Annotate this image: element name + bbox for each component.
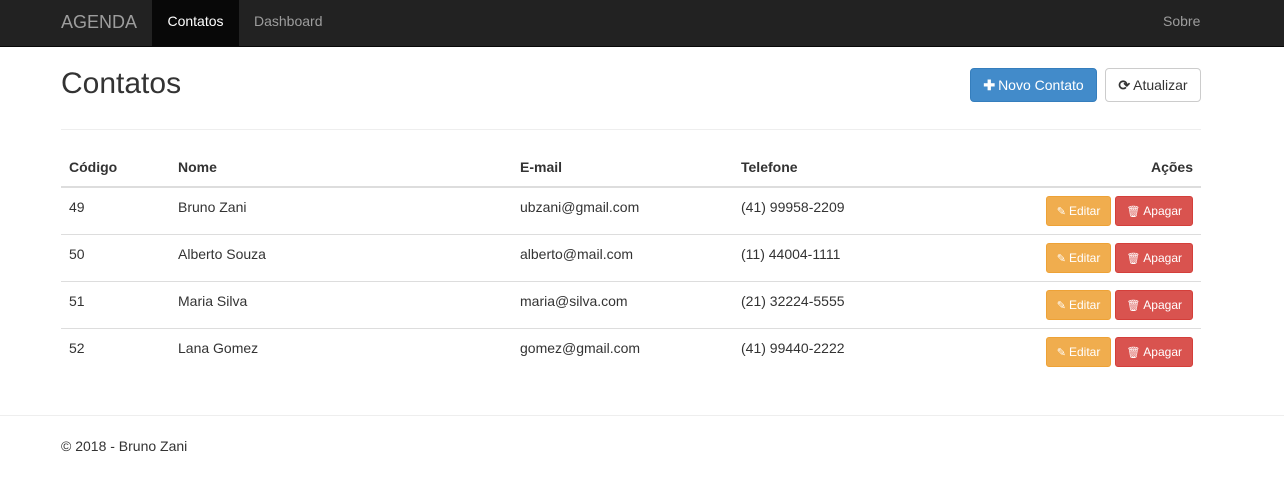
edit-button[interactable]: ✎ Editar <box>1045 336 1112 367</box>
cell-telefone: (41) 99440-2222 <box>733 327 933 375</box>
edit-label: Editar <box>1068 250 1101 265</box>
edit-button[interactable]: ✎ Editar <box>1045 196 1112 226</box>
header-codigo: Código <box>61 147 170 188</box>
page-title: Contatos <box>61 67 182 100</box>
table-row: 52 Lana Gomez gomez@gmail.com (41) 99440… <box>61 327 1201 375</box>
footer-divider <box>0 415 1284 416</box>
trash-icon: 🗑 <box>1126 206 1141 218</box>
nav-item-contatos[interactable]: Contatos <box>152 0 239 46</box>
nav-item-sobre[interactable]: Sobre <box>1163 0 1200 46</box>
cell-acoes: ✎ Editar 🗑 Apagar <box>933 280 1201 328</box>
contacts-table: Código Nome E-mail Telefone Ações 49 Bru… <box>61 147 1201 375</box>
brand-link[interactable]: AGENDA <box>61 0 137 46</box>
cell-email: ubzani@gmail.com <box>520 199 640 215</box>
cell-acoes: ✎ Editar 🗑 Apagar <box>933 327 1201 375</box>
table-header-row: Código Nome E-mail Telefone Ações <box>61 147 1201 188</box>
cell-nome: Alberto Souza <box>170 233 512 281</box>
delete-label: Apagar <box>1143 250 1182 265</box>
refresh-button[interactable]: ⟳ Atualizar <box>1105 68 1201 102</box>
cell-codigo: 52 <box>61 327 170 375</box>
delete-button[interactable]: 🗑 Apagar <box>1115 196 1193 226</box>
new-contact-button[interactable]: ✚ Novo Contato <box>970 68 1097 102</box>
cell-email: gomez@gmail.com <box>512 327 733 375</box>
title-divider <box>61 129 1201 130</box>
delete-label: Apagar <box>1143 204 1182 218</box>
pencil-icon: ✎ <box>1056 299 1066 312</box>
table-row: 49 Bruno Zani ubzani@gmail.com (41) 9995… <box>61 187 1201 234</box>
cell-telefone: (11) 44004-1111 <box>733 233 933 281</box>
refresh-icon: ⟳ <box>1118 77 1131 93</box>
trash-icon: 🗑 <box>1126 299 1141 312</box>
pencil-icon: ✎ <box>1056 206 1066 218</box>
delete-label: Apagar <box>1143 344 1182 359</box>
cell-telefone: (21) 32224-5555 <box>733 280 933 328</box>
edit-button[interactable]: ✎ Editar <box>1045 289 1112 320</box>
delete-button[interactable]: 🗑 Apagar <box>1115 242 1193 273</box>
pencil-icon: ✎ <box>1056 346 1066 359</box>
cell-nome: Bruno Zani <box>178 199 247 215</box>
edit-label: Editar <box>1068 204 1101 218</box>
new-contact-label: Novo Contato <box>998 77 1084 93</box>
cell-acoes: ✎ Editar 🗑 Apagar <box>933 233 1201 281</box>
edit-label: Editar <box>1068 297 1101 312</box>
cell-codigo: 50 <box>61 233 170 281</box>
cell-email: maria@silva.com <box>512 280 733 328</box>
top-navbar: AGENDA Contatos Dashboard Sobre <box>0 0 1284 47</box>
footer-text: © 2018 - Bruno Zani <box>61 438 188 454</box>
header-nome: Nome <box>170 147 512 188</box>
cell-nome: Lana Gomez <box>170 327 512 375</box>
cell-acoes: ✎ Editar 🗑 Apagar <box>933 187 1201 234</box>
trash-icon: 🗑 <box>1126 346 1141 359</box>
nav-item-dashboard[interactable]: Dashboard <box>254 0 323 46</box>
delete-button[interactable]: 🗑 Apagar <box>1115 336 1193 367</box>
table-row: 51 Maria Silva maria@silva.com (21) 3222… <box>61 280 1201 328</box>
refresh-label: Atualizar <box>1133 77 1188 93</box>
edit-label: Editar <box>1068 344 1101 359</box>
header-telefone: Telefone <box>733 147 933 188</box>
cell-email: alberto@mail.com <box>512 233 733 281</box>
delete-button[interactable]: 🗑 Apagar <box>1115 289 1193 320</box>
trash-icon: 🗑 <box>1126 252 1141 265</box>
cell-codigo: 49 <box>69 199 85 215</box>
plus-icon: ✚ <box>983 77 996 93</box>
cell-nome: Maria Silva <box>170 280 512 328</box>
cell-telefone: (41) 99958-2209 <box>741 199 845 215</box>
cell-codigo: 51 <box>61 280 170 328</box>
edit-button[interactable]: ✎ Editar <box>1045 242 1112 273</box>
header-email: E-mail <box>512 147 733 188</box>
delete-label: Apagar <box>1143 297 1182 312</box>
header-acoes: Ações <box>933 147 1201 188</box>
table-row: 50 Alberto Souza alberto@mail.com (11) 4… <box>61 233 1201 281</box>
pencil-icon: ✎ <box>1056 252 1066 265</box>
